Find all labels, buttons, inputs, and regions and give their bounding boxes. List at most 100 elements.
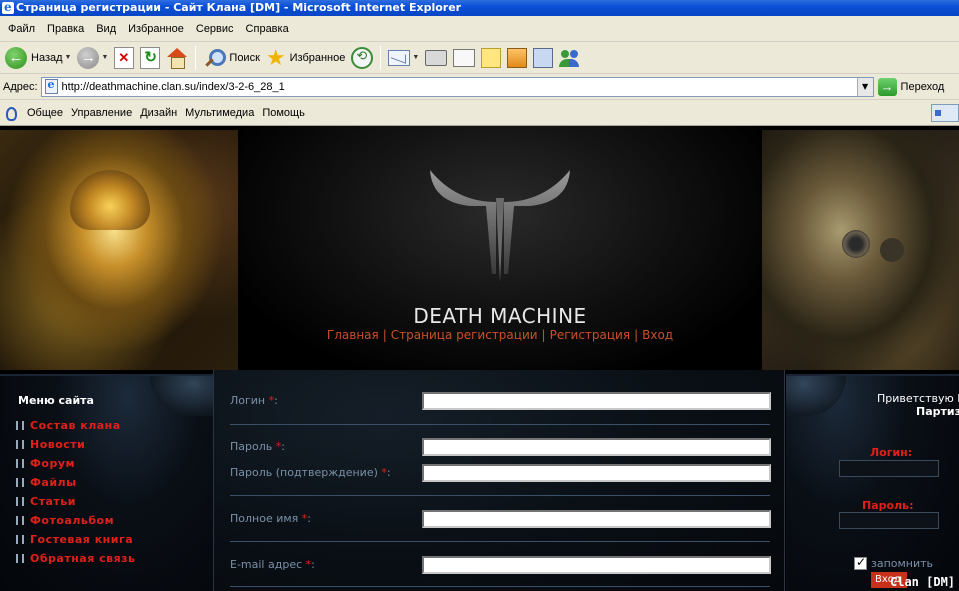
back-label: Назад	[31, 51, 63, 64]
sidebar-item: Файлы	[16, 473, 136, 492]
bullet-icon	[16, 459, 24, 468]
sidebar-link-news[interactable]: Новости	[30, 438, 85, 451]
refresh-button[interactable]	[137, 45, 163, 71]
header-art-soldier-left	[0, 130, 238, 370]
panel-design[interactable]: Дизайн	[136, 107, 181, 119]
remember-me[interactable]: запомнить	[854, 555, 934, 570]
edit-button[interactable]	[450, 45, 478, 71]
history-icon	[351, 46, 374, 69]
menu-help[interactable]: Справка	[240, 23, 295, 35]
sidebar-link-guestbook[interactable]: Гостевая книга	[30, 533, 133, 546]
greeting-text: Приветствую Вас	[877, 392, 959, 405]
ucoz-logo-icon	[3, 105, 17, 121]
mail-dropdown-icon[interactable]: ▼	[412, 54, 419, 61]
panel-login-label: Логин:	[870, 446, 913, 459]
mail-icon	[388, 49, 411, 66]
sidebar-link-clan-roster[interactable]: Состав клана	[30, 419, 121, 432]
messenger-button[interactable]	[556, 45, 584, 71]
bullet-icon	[16, 516, 24, 525]
bullet-icon	[16, 421, 24, 430]
password-confirm-input[interactable]	[422, 464, 771, 482]
nav-register[interactable]: Регистрация	[550, 328, 630, 342]
address-input[interactable]: http://deathmachine.clan.su/index/3-2-6_…	[40, 76, 874, 97]
search-button[interactable]: Поиск	[200, 45, 262, 71]
panel-general[interactable]: Общее	[23, 107, 67, 119]
email-input[interactable]	[422, 556, 771, 574]
forward-button[interactable]: → ▼	[74, 45, 111, 71]
site-title: DEATH MACHINE	[413, 304, 587, 328]
ie-icon	[2, 0, 14, 15]
sidebar-frame-ornament	[150, 376, 213, 416]
panel-widget-icon[interactable]	[931, 104, 959, 122]
bullet-icon	[16, 535, 24, 544]
bullet-icon	[16, 554, 24, 563]
toolbar-separator	[380, 45, 382, 70]
refresh-icon	[140, 46, 161, 69]
forward-dropdown-icon[interactable]: ▼	[101, 54, 108, 61]
history-button[interactable]	[348, 45, 376, 71]
remember-checkbox[interactable]	[854, 555, 867, 570]
discuss-button[interactable]	[478, 45, 504, 71]
go-button[interactable]: → Переход	[877, 77, 945, 96]
printer-icon	[425, 49, 448, 66]
window-titlebar: Страница регистрации - Сайт Клана [DM] -…	[0, 0, 959, 16]
back-dropdown-icon[interactable]: ▼	[65, 54, 72, 61]
download-button[interactable]	[504, 45, 530, 71]
remember-label: запомнить	[871, 557, 934, 570]
home-icon	[166, 47, 188, 69]
sidebar-link-forum[interactable]: Форум	[30, 457, 75, 470]
edit-icon	[453, 48, 476, 67]
home-button[interactable]	[163, 45, 191, 71]
sidebar-link-photo-album[interactable]: Фотоальбом	[30, 514, 114, 527]
fullname-input[interactable]	[422, 510, 771, 528]
sidebar-link-feedback[interactable]: Обратная связь	[30, 552, 136, 565]
note-icon	[481, 47, 502, 68]
login-input[interactable]	[422, 392, 771, 410]
menu-favorites[interactable]: Избранное	[122, 23, 190, 35]
nav-separator: |	[541, 328, 546, 342]
sidebar-item: Фотоальбом	[16, 511, 136, 530]
sidebar-link-articles[interactable]: Статьи	[30, 495, 76, 508]
menu-tools[interactable]: Сервис	[190, 23, 240, 35]
panel-login-input[interactable]	[839, 460, 939, 477]
password-input[interactable]	[422, 438, 771, 456]
sidebar-title: Меню сайта	[18, 394, 94, 407]
print-button[interactable]	[422, 45, 450, 71]
favorites-button[interactable]: ★ Избранное	[263, 45, 348, 71]
toolbar-separator	[195, 45, 197, 70]
nav-home[interactable]: Главная	[327, 328, 379, 342]
login-label: Логин *:	[230, 394, 278, 407]
web-page: DEATH MACHINE Главная | Страница регистрац…	[0, 126, 959, 591]
mail-button[interactable]: ▼	[385, 45, 422, 71]
nav-registration-page[interactable]: Страница регистрации	[391, 328, 538, 342]
fullname-label: Полное имя *:	[230, 512, 312, 525]
sidebar-item: Статьи	[16, 492, 136, 511]
panel-password-input[interactable]	[839, 512, 939, 529]
nav-login[interactable]: Вход	[642, 328, 673, 342]
bullet-icon	[16, 497, 24, 506]
menu-edit[interactable]: Правка	[41, 23, 90, 35]
sidebar-link-files[interactable]: Файлы	[30, 476, 77, 489]
back-button[interactable]: ← Назад ▼	[2, 45, 74, 71]
menu-file[interactable]: Файл	[2, 23, 41, 35]
nav-separator: |	[382, 328, 387, 342]
panel-multimedia[interactable]: Мультимедиа	[181, 107, 258, 119]
download-icon	[507, 47, 528, 68]
panel-help[interactable]: Помощь	[258, 107, 309, 119]
panel-management[interactable]: Управление	[67, 107, 136, 119]
stop-button[interactable]	[111, 45, 137, 71]
menu-view[interactable]: Вид	[90, 23, 122, 35]
registration-form: Логин *: Пароль *: Пароль (подтверждение…	[213, 370, 785, 591]
go-label: Переход	[900, 80, 945, 93]
address-dropdown-icon[interactable]: ▼	[856, 77, 873, 96]
password-label: Пароль *:	[230, 440, 285, 453]
sidebar-item: Гостевая книга	[16, 530, 136, 549]
bullet-icon	[16, 478, 24, 487]
star-icon: ★	[265, 44, 286, 70]
stop-icon	[114, 46, 135, 69]
forward-arrow-icon: →	[77, 46, 100, 69]
header-nav: Главная | Страница регистрации | Регистрация…	[238, 328, 762, 342]
research-button[interactable]	[530, 45, 556, 71]
address-url[interactable]: http://deathmachine.clan.su/index/3-2-6_…	[62, 81, 285, 93]
login-panel-frame-ornament	[786, 376, 846, 416]
